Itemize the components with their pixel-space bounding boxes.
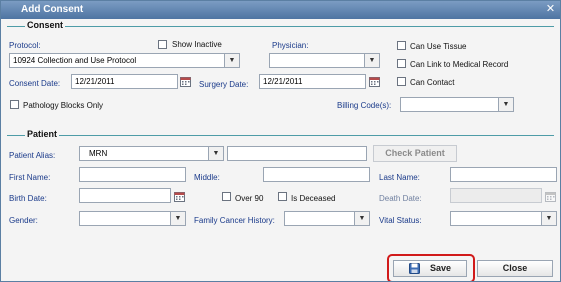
save-label: Save	[430, 263, 452, 273]
patient-section-rule	[7, 135, 554, 136]
chevron-down-icon[interactable]: ▼	[170, 212, 185, 225]
calendar-icon[interactable]	[174, 191, 185, 202]
close-button[interactable]: Close	[477, 260, 553, 277]
consent-date-label: Consent Date:	[9, 79, 61, 88]
dialog-body: Consent Protocol: 10924 Collection and U…	[1, 19, 560, 281]
close-icon[interactable]: ✕	[544, 3, 557, 16]
vital-status-select[interactable]: ▼	[450, 211, 557, 226]
gender-select[interactable]: ▼	[79, 211, 186, 226]
middle-input[interactable]	[263, 167, 370, 182]
chevron-down-icon[interactable]: ▼	[541, 212, 556, 225]
surgery-date-label: Surgery Date:	[199, 80, 249, 89]
protocol-select[interactable]: 10924 Collection and Use Protocol ▼	[9, 53, 240, 68]
chevron-down-icon[interactable]: ▼	[498, 98, 513, 111]
protocol-value: 10924 Collection and Use Protocol	[13, 56, 137, 65]
chevron-down-icon[interactable]: ▼	[364, 54, 379, 67]
can-contact-checkbox[interactable]	[397, 77, 406, 86]
floppy-disk-icon	[409, 263, 420, 274]
protocol-label: Protocol:	[9, 41, 41, 50]
show-inactive-checkbox[interactable]	[158, 40, 167, 49]
consent-legend: Consent	[25, 20, 65, 30]
last-name-label: Last Name:	[379, 173, 420, 182]
can-link-label: Can Link to Medical Record	[410, 60, 509, 69]
physician-select[interactable]: ▼	[269, 53, 380, 68]
calendar-icon[interactable]	[369, 76, 380, 87]
add-consent-dialog: Add Consent ✕ Consent Protocol: 10924 Co…	[0, 0, 561, 282]
death-date-input	[450, 188, 542, 203]
physician-label: Physician:	[272, 41, 309, 50]
can-use-tissue-label: Can Use Tissue	[410, 42, 467, 51]
patient-alias-label: Patient Alias:	[9, 151, 56, 160]
chevron-down-icon[interactable]: ▼	[208, 147, 223, 160]
over-90-checkbox[interactable]	[222, 192, 231, 201]
calendar-icon	[545, 192, 556, 202]
calendar-icon[interactable]	[180, 76, 191, 87]
is-deceased-label: Is Deceased	[291, 194, 336, 203]
death-date-label: Death Date:	[379, 194, 422, 203]
chevron-down-icon[interactable]: ▼	[224, 54, 239, 67]
gender-label: Gender:	[9, 216, 38, 225]
vital-status-label: Vital Status:	[379, 216, 422, 225]
patient-alias-input[interactable]	[227, 146, 367, 161]
surgery-date-input[interactable]: 12/21/2011	[259, 74, 366, 89]
pathology-blocks-label: Pathology Blocks Only	[23, 101, 104, 110]
first-name-input[interactable]	[79, 167, 186, 182]
can-contact-label: Can Contact	[410, 78, 455, 87]
family-cancer-history-select[interactable]: ▼	[284, 211, 370, 226]
alias-type-value: MRN	[89, 149, 108, 158]
birth-date-label: Birth Date:	[9, 194, 47, 203]
last-name-input[interactable]	[450, 167, 557, 182]
check-patient-button[interactable]: Check Patient	[373, 145, 457, 162]
dialog-titlebar[interactable]: Add Consent ✕	[1, 1, 560, 19]
over-90-label: Over 90	[235, 194, 264, 203]
alias-type-select[interactable]: MRN ▼	[79, 146, 224, 161]
consent-date-input[interactable]: 12/21/2011	[71, 74, 178, 89]
consent-section-rule	[7, 26, 554, 27]
patient-legend: Patient	[25, 129, 60, 139]
show-inactive-label: Show Inactive	[172, 40, 222, 49]
birth-date-input[interactable]	[79, 188, 171, 203]
can-link-checkbox[interactable]	[397, 59, 406, 68]
chevron-down-icon[interactable]: ▼	[354, 212, 369, 225]
middle-label: Middle:	[194, 173, 220, 182]
can-use-tissue-checkbox[interactable]	[397, 41, 406, 50]
family-cancer-history-label: Family Cancer History:	[194, 216, 275, 225]
billing-codes-label: Billing Code(s):	[337, 101, 392, 110]
dialog-title: Add Consent	[21, 4, 84, 15]
pathology-blocks-checkbox[interactable]	[10, 100, 19, 109]
first-name-label: First Name:	[9, 173, 51, 182]
billing-codes-select[interactable]: ▼	[400, 97, 514, 112]
save-button[interactable]: Save	[393, 260, 467, 277]
is-deceased-checkbox[interactable]	[278, 192, 287, 201]
